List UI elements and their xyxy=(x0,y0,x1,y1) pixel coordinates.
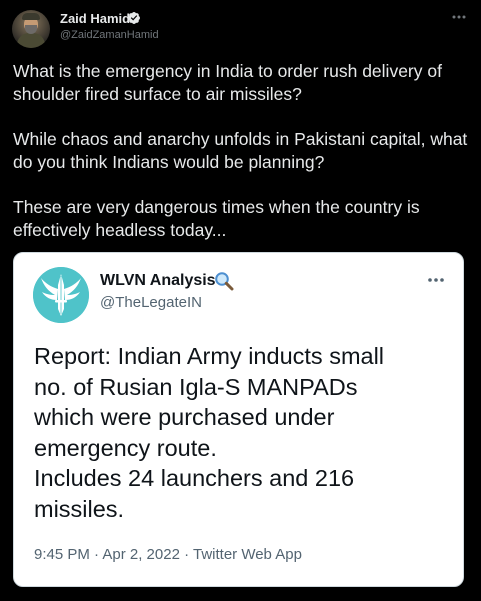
quoted-tweet-card[interactable]: WLVN Analysis @TheLegateIN Report: India… xyxy=(13,252,464,587)
quoted-text-line: Report: Indian Army inducts small xyxy=(34,343,385,369)
quoted-text-line: which were purchased under xyxy=(34,404,335,430)
quoted-text-line: no. of Rusian Igla-S MANPADs xyxy=(34,373,358,400)
left-pointing-magnifying-glass-icon xyxy=(215,272,234,291)
quoted-text-line: emergency route. xyxy=(34,434,217,461)
author-avatar[interactable] xyxy=(12,10,50,48)
tweet-text: What is the emergency in India to order … xyxy=(13,60,473,242)
quoted-author-handle[interactable]: @TheLegateIN xyxy=(100,294,202,311)
tweet-paragraph: While chaos and anarchy unfolds in Pakis… xyxy=(13,129,468,172)
more-horizontal-icon[interactable] xyxy=(425,273,447,287)
winged-dagger-logo-icon xyxy=(33,267,89,323)
quoted-text-line: missiles. xyxy=(34,495,125,522)
tweet-screenshot: Zaid Hamid @ZaidZamanHamid What is the e… xyxy=(0,0,481,601)
quoted-text-line: Includes 24 launchers and 216 xyxy=(34,465,355,491)
author-handle[interactable]: @ZaidZamanHamid xyxy=(60,29,159,41)
tweet-paragraph: These are very dangerous times when the … xyxy=(13,197,420,240)
quoted-tweet-text: Report: Indian Army inducts small no. of… xyxy=(34,341,454,524)
quoted-author-avatar[interactable] xyxy=(33,267,89,323)
tweet-paragraph: What is the emergency in India to order … xyxy=(13,61,442,104)
author-name[interactable]: Zaid Hamid xyxy=(60,11,130,26)
verified-badge-icon xyxy=(128,12,140,24)
more-horizontal-icon[interactable] xyxy=(450,10,468,24)
quoted-tweet-timestamp[interactable]: 9:45 PM · Apr 2, 2022 · Twitter Web App xyxy=(34,546,302,563)
quoted-author-name[interactable]: WLVN Analysis xyxy=(100,272,216,290)
